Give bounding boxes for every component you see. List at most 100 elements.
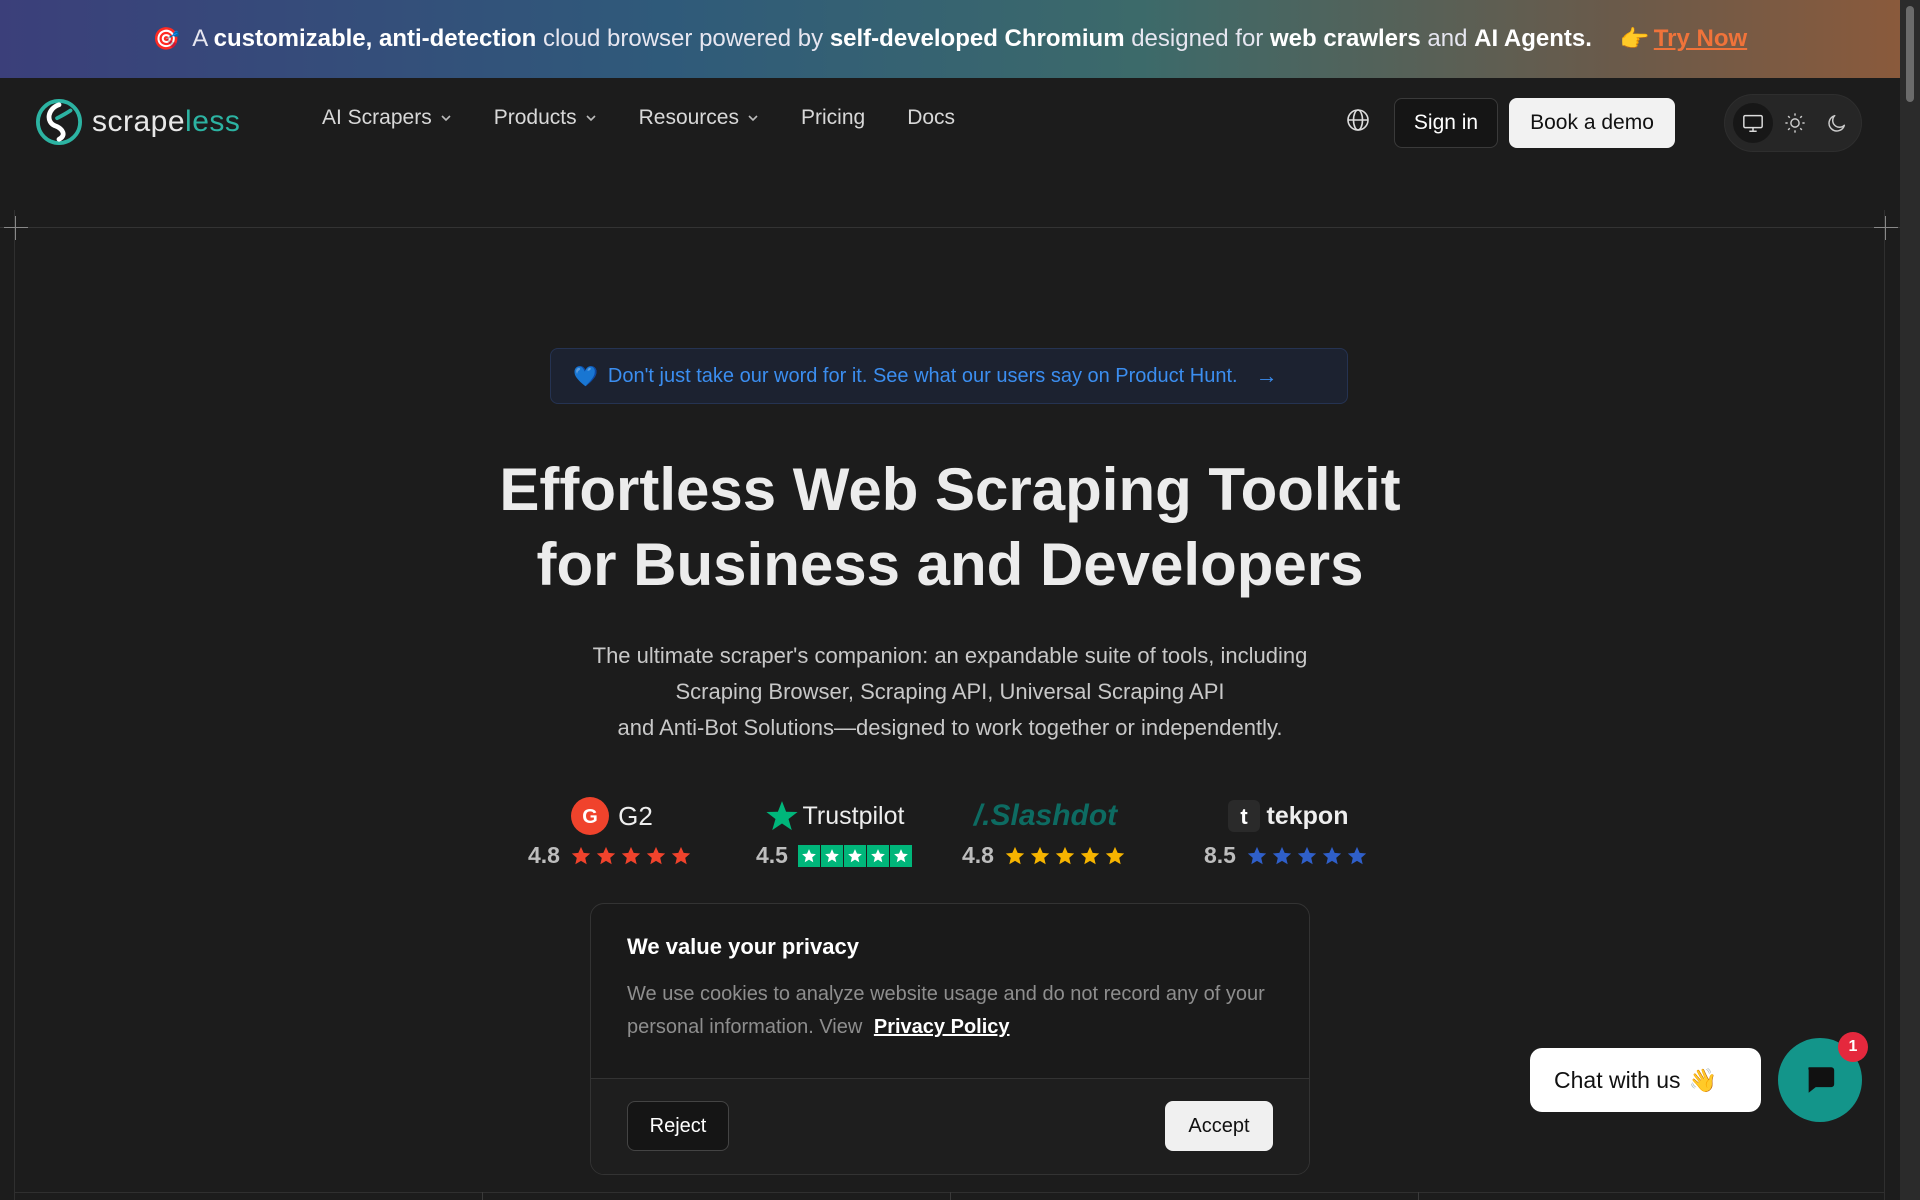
star-icon xyxy=(646,846,666,864)
product-hunt-text: Don't just take our word for it. See wha… xyxy=(607,364,1238,387)
grid-tick xyxy=(1418,1192,1419,1200)
star-icon xyxy=(596,846,616,864)
sign-in-button[interactable]: Sign in xyxy=(1394,98,1498,148)
chevron-down-icon xyxy=(441,115,451,122)
logo[interactable]: scrapeless xyxy=(36,98,240,146)
trustpilot-stars xyxy=(797,844,913,867)
star-icon xyxy=(1030,846,1050,864)
plus-decoration-right xyxy=(1874,216,1898,240)
scrollbar-thumb[interactable] xyxy=(1906,6,1914,102)
star-icon xyxy=(1005,846,1025,864)
menu-item-label: Products xyxy=(493,106,577,129)
trustpilot-brand: Trustpilot xyxy=(765,796,905,836)
menu-resources[interactable]: Resources xyxy=(639,106,759,130)
star-icon xyxy=(1247,846,1267,864)
theme-light-option[interactable] xyxy=(1775,103,1815,143)
slashdot-name-text: Slashdot xyxy=(990,799,1118,832)
menu-ai-scrapers[interactable]: AI Scrapers xyxy=(322,106,452,130)
hero-subtitle-line1: The ultimate scraper's companion: an exp… xyxy=(592,643,1308,668)
theme-dark-option[interactable] xyxy=(1817,103,1857,143)
menu-pricing[interactable]: Pricing xyxy=(801,106,865,130)
hero-title: Effortless Web Scraping Toolkit for Busi… xyxy=(300,452,1600,602)
moon-icon xyxy=(1828,114,1846,132)
logo-text-part1: scrape xyxy=(92,105,186,138)
chevron-down-icon xyxy=(748,115,758,122)
menu-docs[interactable]: Docs xyxy=(907,106,955,130)
promo-segment: AI Agents. xyxy=(1474,25,1592,52)
g2-score: 4.8 xyxy=(528,842,560,868)
sun-icon xyxy=(1785,113,1805,133)
promo-segment: cloud browser powered by xyxy=(536,25,830,52)
cookie-title: We value your privacy xyxy=(627,934,859,959)
menu-item-label: Pricing xyxy=(800,106,866,129)
book-demo-button[interactable]: Book a demo xyxy=(1509,98,1675,148)
hero-title-line2: for Business and Developers xyxy=(536,531,1364,598)
promo-segment: and xyxy=(1420,25,1475,52)
theme-switcher xyxy=(1724,94,1862,152)
rating-slashdot[interactable]: /.Slashdot 4.8 xyxy=(962,796,1129,869)
trustpilot-name: Trustpilot xyxy=(802,801,905,830)
chevron-down-icon xyxy=(586,115,596,122)
menu-item-label: Resources xyxy=(638,106,739,129)
star-icon xyxy=(671,846,691,864)
grid-tick xyxy=(482,1192,483,1200)
slashdot-brand: /.Slashdot xyxy=(974,796,1117,836)
rating-tekpon[interactable]: t tekpon 8.5 xyxy=(1204,796,1371,869)
reject-button[interactable]: Reject xyxy=(627,1101,729,1151)
theme-system-option[interactable] xyxy=(1733,103,1773,143)
promo-segment: web crawlers xyxy=(1269,25,1421,52)
svg-text:G: G xyxy=(582,806,598,828)
star-icon xyxy=(621,846,641,864)
star-icon xyxy=(1297,846,1317,864)
chat-bubble-text: Chat with us xyxy=(1554,1066,1681,1093)
tekpon-stars xyxy=(1246,845,1371,867)
promo-segment: customizable, anti-detection xyxy=(213,25,537,52)
chat-bubble[interactable]: Chat with us 👋 xyxy=(1530,1048,1761,1112)
section-divider xyxy=(0,227,1900,228)
hero-subtitle-line3: and Anti-Bot Solutions—designed to work … xyxy=(617,715,1283,740)
accept-button[interactable]: Accept xyxy=(1165,1101,1273,1151)
hero-subtitle-line2: Scraping Browser, Scraping API, Universa… xyxy=(675,679,1225,704)
scrollbar[interactable] xyxy=(1900,0,1920,1200)
star-icon xyxy=(1322,846,1342,864)
navbar: scrapeless AI Scrapers Products Resource… xyxy=(0,78,1900,166)
promo-segment: A xyxy=(192,25,214,52)
tekpon-score: 8.5 xyxy=(1204,842,1236,868)
star-icon xyxy=(1272,846,1292,864)
main-menu: AI Scrapers Products Resources Pricing D… xyxy=(322,106,997,130)
g2-stars xyxy=(570,845,695,867)
star-icon xyxy=(1347,846,1367,864)
privacy-policy-link[interactable]: Privacy Policy xyxy=(874,1016,1010,1038)
frame-line-right xyxy=(1884,210,1885,1200)
star-icon xyxy=(1055,846,1075,864)
menu-item-label: AI Scrapers xyxy=(322,106,432,129)
logo-text: scrapeless xyxy=(92,105,240,139)
hero-title-line1: Effortless Web Scraping Toolkit xyxy=(499,456,1401,523)
star-icon xyxy=(1080,846,1100,864)
product-hunt-pill[interactable]: 💙 Don't just take our word for it. See w… xyxy=(550,348,1348,404)
chat-unread-badge: 1 xyxy=(1838,1032,1868,1062)
slashdot-score: 4.8 xyxy=(962,842,994,868)
promo-text: A customizable, anti-detection cloud bro… xyxy=(192,25,1592,53)
globe-icon[interactable] xyxy=(1346,108,1370,132)
arrow-right-icon: → xyxy=(1255,363,1278,388)
blue-heart-icon: 💙 xyxy=(573,365,598,388)
star-icon xyxy=(571,846,591,864)
menu-products[interactable]: Products xyxy=(494,106,597,130)
rating-trustpilot[interactable]: Trustpilot 4.5 xyxy=(756,796,913,869)
slashdot-name: /.Slashdot xyxy=(973,799,1118,832)
frame-line-left xyxy=(14,210,15,1200)
g2-logo-icon: G xyxy=(571,797,610,835)
target-icon: 🎯 xyxy=(152,26,181,51)
cookie-consent-dialog: We value your privacy We use cookies to … xyxy=(590,903,1310,1175)
rating-g2[interactable]: G G2 4.8 xyxy=(528,796,695,869)
slashdot-stars xyxy=(1004,845,1129,867)
star-icon xyxy=(889,844,912,867)
bottom-divider xyxy=(14,1192,1884,1193)
grid-tick xyxy=(950,1192,951,1200)
menu-item-label: Docs xyxy=(907,106,956,129)
pointing-hand-icon: 👉 xyxy=(1619,25,1650,53)
try-now-link[interactable]: Try Now xyxy=(1654,25,1747,53)
plus-decoration-left xyxy=(4,216,28,240)
try-now-cta[interactable]: 👉 Try Now xyxy=(1620,25,1747,54)
